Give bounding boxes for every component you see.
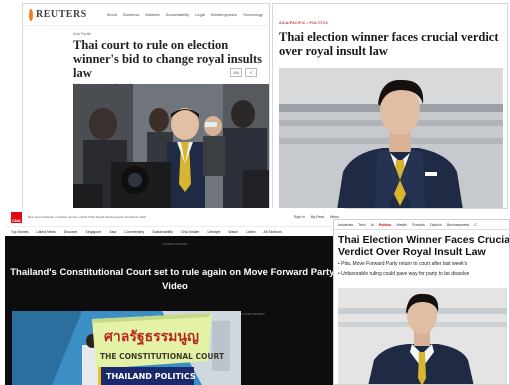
share-tools: Aa < — [230, 68, 257, 77]
menu-item[interactable]: Asia — [109, 230, 116, 234]
menu-item[interactable]: Discover — [64, 230, 78, 234]
article-photo — [73, 84, 269, 208]
summary-bullet: • Pita, Move Forward Party return to cou… — [338, 261, 468, 267]
nav-item[interactable]: Markets — [145, 12, 159, 17]
menu-item[interactable]: Top Stories — [11, 230, 29, 234]
menu-item[interactable]: Pursuits — [412, 223, 425, 227]
menu-item[interactable]: Industries — [338, 223, 353, 227]
article-headline: Thai election winner faces crucial verdi… — [279, 30, 499, 58]
ad-label: ADVERTISEMENT — [162, 242, 188, 246]
cna-tagline: Best News Website or Mobile Service | WA… — [28, 215, 147, 219]
photo-press-crowd — [73, 84, 269, 208]
court-sign-english: THE CONSTITUTIONAL COURT — [100, 352, 225, 361]
nav-item[interactable]: Sustainability — [166, 12, 190, 17]
article-kicker[interactable]: ASIA/PACIFIC / POLITICS — [279, 21, 328, 25]
cna-logo[interactable]: CNA — [11, 211, 22, 223]
ad-label: ADVERTISEMENT — [239, 312, 265, 316]
summary-bullet-text: Pita, Move Forward Party return to court… — [341, 261, 468, 267]
reuters-header: REUTERS World Business Markets Sustainab… — [23, 4, 269, 26]
nav-item[interactable]: Technology — [243, 12, 263, 17]
reuters-nav: World Business Markets Sustainability Le… — [107, 12, 263, 17]
article-headline: Thai Election Winner Faces Crucial Verdi… — [338, 234, 510, 258]
reuters-logo-icon[interactable] — [29, 8, 33, 21]
reuters-logo[interactable]: REUTERS — [36, 9, 87, 20]
share-icon[interactable]: < — [245, 68, 257, 77]
menu-item-active[interactable]: Politics — [379, 223, 391, 227]
menu-item[interactable]: Wealth — [396, 223, 407, 227]
summary-bullet-text: Unfavorable ruling could pave way for pa… — [341, 271, 470, 277]
verdict-article-panel: Industries Tech AI Politics Wealth Pursu… — [333, 219, 510, 385]
menu-item[interactable]: All Sections — [264, 230, 282, 234]
reuters-article-panel: REUTERS World Business Markets Sustainab… — [22, 3, 270, 209]
menu-item[interactable]: AI — [371, 223, 374, 227]
reuters-article: Asia Pacific Thai court to rule on elect… — [23, 26, 269, 92]
video-lower-third: THAILAND POLITICS — [106, 372, 196, 381]
menu-item[interactable]: Opinion — [430, 223, 442, 227]
verdict-section-menu: Industries Tech AI Politics Wealth Pursu… — [334, 220, 509, 230]
court-sign-thai: ศาลรัฐธรรมนูญ — [104, 329, 199, 346]
video-frame: ศาลรัฐธรรมนูญ THE CONSTITUTIONAL COURT T… — [12, 311, 241, 385]
menu-item[interactable]: CNA Insider — [181, 230, 200, 234]
menu-item[interactable]: Singapore — [85, 230, 101, 234]
nav-item[interactable]: Business — [123, 12, 139, 17]
menu-item[interactable]: Tech — [358, 223, 365, 227]
video-player[interactable]: ศาลรัฐธรรมนูญ THE CONSTITUTIONAL COURT T… — [12, 311, 241, 385]
menu-item[interactable]: Lifestyle — [208, 230, 221, 234]
my-feed-link[interactable]: My Feed — [311, 215, 325, 219]
menu-item[interactable]: Latest News — [37, 230, 56, 234]
text-size-button[interactable]: Aa — [230, 68, 242, 77]
menu-item[interactable]: C — [474, 223, 477, 227]
menu-item[interactable]: Commentary — [124, 230, 144, 234]
nav-item[interactable]: Breakingviews — [211, 12, 237, 17]
cna-header: CNA Best News Website or Mobile Service … — [5, 208, 345, 226]
menu-item[interactable]: Businessweek — [447, 223, 469, 227]
sign-in-link[interactable]: Sign In — [294, 215, 305, 219]
menu-item[interactable]: Sustainability — [152, 230, 173, 234]
photo-pita-portrait — [338, 288, 507, 384]
video-headline: Thailand's Constitutional Court set to r… — [10, 267, 340, 292]
menu-item[interactable]: Listen — [246, 230, 255, 234]
article-photo — [279, 68, 503, 208]
article-photo — [338, 288, 507, 384]
nav-item[interactable]: World — [107, 12, 117, 17]
summary-bullet: • Unfavorable ruling could pave way for … — [338, 271, 470, 277]
nav-item[interactable]: Legal — [195, 12, 205, 17]
cna-section-menu: Top Stories Latest News Discover Singapo… — [5, 226, 345, 236]
photo-pita-portrait — [279, 68, 503, 208]
election-verdict-panel: ASIA/PACIFIC / POLITICS Thai election wi… — [272, 3, 508, 209]
article-kicker[interactable]: Asia Pacific — [73, 32, 269, 36]
cna-video-panel: CNA Best News Website or Mobile Service … — [5, 208, 345, 385]
menu-item[interactable]: Watch — [228, 230, 238, 234]
